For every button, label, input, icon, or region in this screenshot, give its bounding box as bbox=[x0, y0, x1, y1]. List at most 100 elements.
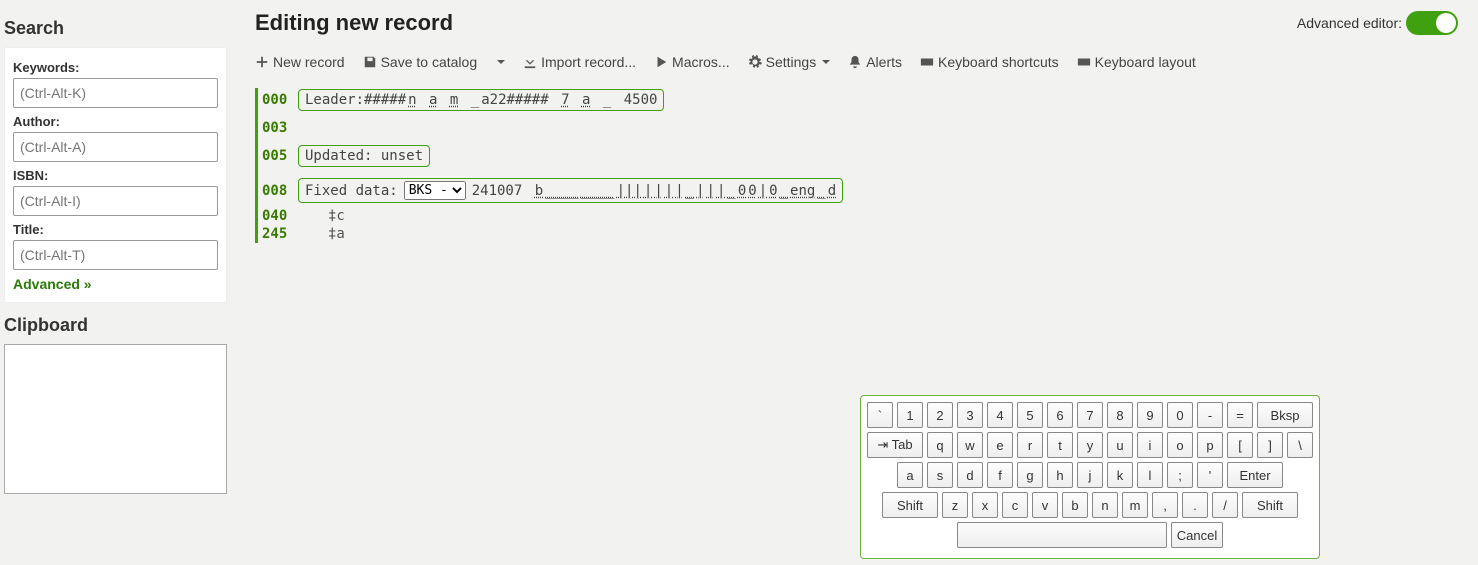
fixed-data-part[interactable]: 0 bbox=[738, 183, 746, 199]
key-e[interactable]: e bbox=[987, 432, 1013, 458]
key-0[interactable]: 0 bbox=[1167, 402, 1193, 428]
leader-part[interactable]: a bbox=[582, 92, 590, 108]
fixed-data-part[interactable]: _ bbox=[817, 183, 825, 199]
key-bksp[interactable]: Bksp bbox=[1257, 402, 1313, 428]
key-r[interactable]: r bbox=[1017, 432, 1043, 458]
subfield-040c[interactable]: ‡c bbox=[328, 208, 345, 224]
key-tab[interactable]: ⇥ Tab bbox=[867, 432, 923, 458]
isbn-input[interactable] bbox=[13, 186, 218, 216]
fixed-data-part[interactable]: | bbox=[696, 183, 704, 199]
key-[interactable]: ` bbox=[867, 402, 893, 428]
fixed-data-part[interactable]: ____ bbox=[545, 183, 579, 199]
key-shift[interactable]: Shift bbox=[882, 492, 938, 518]
leader-box[interactable]: Leader:##### n a m _ a22##### 7 a _ 4500 bbox=[298, 89, 664, 111]
key-3[interactable]: 3 bbox=[957, 402, 983, 428]
key-[interactable]: [ bbox=[1227, 432, 1253, 458]
key-h[interactable]: h bbox=[1047, 462, 1073, 488]
leader-part[interactable]: m bbox=[450, 92, 458, 108]
fixed-data-part[interactable]: 0 bbox=[748, 183, 756, 199]
key-[interactable]: / bbox=[1212, 492, 1238, 518]
fixed-data-select[interactable]: BKS - bbox=[404, 181, 466, 200]
save-button[interactable]: Save to catalog bbox=[363, 54, 478, 70]
key-5[interactable]: 5 bbox=[1017, 402, 1043, 428]
key-d[interactable]: d bbox=[957, 462, 983, 488]
save-dropdown[interactable] bbox=[495, 60, 505, 64]
key-j[interactable]: j bbox=[1077, 462, 1103, 488]
key-b[interactable]: b bbox=[1062, 492, 1088, 518]
key-q[interactable]: q bbox=[927, 432, 953, 458]
updated-box[interactable]: Updated: unset bbox=[298, 145, 430, 167]
fixed-data-part[interactable]: | bbox=[707, 183, 715, 199]
key-4[interactable]: 4 bbox=[987, 402, 1013, 428]
key-s[interactable]: s bbox=[927, 462, 953, 488]
leader-part[interactable]: 7 bbox=[561, 92, 569, 108]
key-8[interactable]: 8 bbox=[1107, 402, 1133, 428]
fixed-data-part[interactable]: | bbox=[665, 183, 673, 199]
key-i[interactable]: i bbox=[1137, 432, 1163, 458]
fixed-data-part[interactable]: _ bbox=[686, 183, 694, 199]
key-9[interactable]: 9 bbox=[1137, 402, 1163, 428]
fixed-data-part[interactable]: d bbox=[828, 183, 836, 199]
key-y[interactable]: y bbox=[1077, 432, 1103, 458]
subfield-245a[interactable]: ‡a bbox=[328, 226, 345, 242]
key-2[interactable]: 2 bbox=[927, 402, 953, 428]
key-enter[interactable]: Enter bbox=[1227, 462, 1283, 488]
key-u[interactable]: u bbox=[1107, 432, 1133, 458]
key-c[interactable]: c bbox=[1002, 492, 1028, 518]
key-[interactable]: - bbox=[1197, 402, 1223, 428]
fixed-data-part[interactable]: 0 bbox=[769, 183, 777, 199]
key-l[interactable]: l bbox=[1137, 462, 1163, 488]
key-[interactable]: ; bbox=[1167, 462, 1193, 488]
key-m[interactable]: m bbox=[1122, 492, 1148, 518]
key-[interactable]: ] bbox=[1257, 432, 1283, 458]
key-6[interactable]: 6 bbox=[1047, 402, 1073, 428]
fixed-data-part[interactable]: | bbox=[675, 183, 683, 199]
title-input[interactable] bbox=[13, 240, 218, 270]
key-w[interactable]: w bbox=[957, 432, 983, 458]
key-p[interactable]: p bbox=[1197, 432, 1223, 458]
macros-button[interactable]: Macros... bbox=[654, 54, 730, 70]
fixed-data-part[interactable]: ____ bbox=[581, 183, 615, 199]
fixed-data-box[interactable]: Fixed data: BKS - 241007 b ____ ____ |||… bbox=[298, 178, 843, 203]
key-[interactable]: ' bbox=[1197, 462, 1223, 488]
key-f[interactable]: f bbox=[987, 462, 1013, 488]
key-g[interactable]: g bbox=[1017, 462, 1043, 488]
advanced-link[interactable]: Advanced » bbox=[13, 276, 92, 292]
new-record-button[interactable]: New record bbox=[255, 54, 345, 70]
fixed-data-part[interactable]: | bbox=[654, 183, 662, 199]
author-input[interactable] bbox=[13, 132, 218, 162]
key-n[interactable]: n bbox=[1092, 492, 1118, 518]
key-shift[interactable]: Shift bbox=[1242, 492, 1298, 518]
key-k[interactable]: k bbox=[1107, 462, 1133, 488]
key-v[interactable]: v bbox=[1032, 492, 1058, 518]
key-7[interactable]: 7 bbox=[1077, 402, 1103, 428]
fixed-data-part[interactable]: _ bbox=[727, 183, 735, 199]
fixed-data-part[interactable]: ||| bbox=[617, 183, 642, 199]
leader-part[interactable]: a bbox=[429, 92, 437, 108]
key-space[interactable] bbox=[957, 522, 1167, 548]
key-[interactable]: \ bbox=[1287, 432, 1313, 458]
import-button[interactable]: Import record... bbox=[523, 54, 636, 70]
shortcuts-button[interactable]: Keyboard shortcuts bbox=[920, 54, 1059, 70]
settings-button[interactable]: Settings bbox=[748, 54, 831, 70]
key-x[interactable]: x bbox=[972, 492, 998, 518]
key-a[interactable]: a bbox=[897, 462, 923, 488]
fixed-data-part[interactable]: | bbox=[759, 183, 767, 199]
layout-button[interactable]: Keyboard layout bbox=[1077, 54, 1196, 70]
advanced-editor-toggle[interactable] bbox=[1406, 11, 1458, 35]
fixed-data-part[interactable]: _ bbox=[780, 183, 788, 199]
fixed-data-part[interactable]: | bbox=[644, 183, 652, 199]
marc-editor[interactable]: 000 Leader:##### n a m _ a22##### 7 a _ … bbox=[255, 88, 1458, 243]
alerts-button[interactable]: Alerts bbox=[848, 54, 902, 70]
fixed-data-part[interactable]: | bbox=[717, 183, 725, 199]
key-z[interactable]: z bbox=[942, 492, 968, 518]
key-o[interactable]: o bbox=[1167, 432, 1193, 458]
key-t[interactable]: t bbox=[1047, 432, 1073, 458]
keywords-input[interactable] bbox=[13, 78, 218, 108]
fixed-data-part[interactable]: b bbox=[535, 183, 543, 199]
leader-part[interactable]: n bbox=[408, 92, 416, 108]
clipboard-textarea[interactable] bbox=[4, 344, 227, 494]
key-[interactable]: , bbox=[1152, 492, 1178, 518]
key-cancel[interactable]: Cancel bbox=[1171, 522, 1223, 548]
key-[interactable]: . bbox=[1182, 492, 1208, 518]
